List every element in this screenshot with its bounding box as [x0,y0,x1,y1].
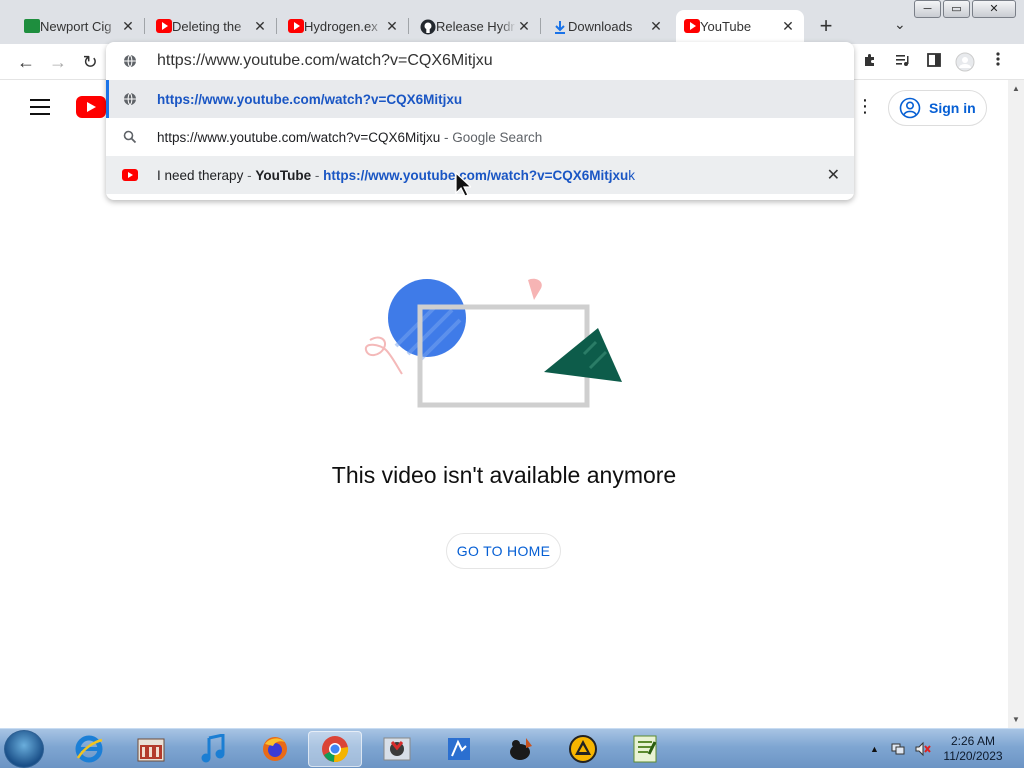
history-separator: - [314,167,320,183]
youtube-favicon-icon [156,19,172,33]
tab-separator [144,18,145,34]
tab-label: Deleting the [172,18,242,34]
back-button[interactable]: ← [14,50,38,74]
reload-button[interactable]: ↻ [78,50,102,74]
tab-youtube[interactable]: YouTube ✕ [676,10,804,42]
internet-explorer-icon[interactable] [62,731,116,767]
go-to-home-button[interactable]: GO TO HOME [446,533,561,569]
history-site: YouTube [255,167,312,183]
itunes-icon[interactable] [186,731,240,767]
sign-in-button[interactable]: Sign in [888,90,987,126]
tab-label: Hydrogen.ex [304,18,378,34]
search-query: https://www.youtube.com/watch?v=CQX6Mitj… [157,129,441,145]
vertical-scrollbar[interactable]: ▲ ▼ [1008,80,1024,728]
tab-close-icon[interactable]: ✕ [252,18,268,34]
youtube-favicon-icon [288,19,304,33]
error-message: This video isn't available anymore [331,462,677,488]
history-separator: - [247,167,252,183]
firefox-icon[interactable] [248,731,302,767]
tab-label: Release Hydr [436,18,515,34]
search-suffix: - Google Search [444,129,543,145]
sheet-favicon-icon [24,19,40,33]
browser-menu-icon[interactable] [988,52,1008,72]
youtube-favicon-icon [122,167,138,183]
media-player-icon[interactable] [124,731,178,767]
suggestion-history-text: I need therapy - YouTube - https://www.y… [157,168,635,183]
history-title: I need therapy [157,167,244,183]
suggestion-url[interactable]: https://www.youtube.com/watch?v=CQX6Mitj… [106,80,854,118]
start-orb-button[interactable] [4,730,44,768]
tray-expand-arrow-icon[interactable]: ▲ [870,744,879,754]
tab-separator [276,18,277,34]
tab-separator [408,18,409,34]
forward-button[interactable]: → [46,50,70,74]
search-icon [122,129,138,145]
tab-close-icon[interactable]: ✕ [780,18,796,34]
maximize-button[interactable]: ▭ [943,0,970,18]
github-icon [420,19,436,35]
chrome-icon[interactable] [308,731,362,767]
scroll-down-arrow-icon[interactable]: ▼ [1012,715,1020,724]
profile-avatar-icon[interactable] [955,52,975,72]
address-input[interactable]: https://www.youtube.com/watch?v=CQX6Mitj… [157,52,493,70]
vlc-icon[interactable] [556,731,610,767]
tab-label: YouTube [700,18,752,34]
address-bar[interactable]: https://www.youtube.com/watch?v=CQX6Mitj… [106,42,854,80]
youtube-favicon-icon [684,19,700,33]
tab-label: Newport Cig [40,18,112,34]
window-controls: ─ ▭ ✕ [914,0,1016,18]
hamburger-menu-icon[interactable] [30,99,50,115]
system-clock[interactable]: 2:26 AM 11/20/2023 [936,734,1010,764]
youtube-settings-dots-icon[interactable]: ⋮ [856,96,874,117]
tab-close-icon[interactable]: ✕ [516,18,532,34]
tab-close-icon[interactable]: ✕ [384,18,400,34]
tab-newport[interactable]: Newport Cig ✕ [16,10,144,42]
tab-close-icon[interactable]: ✕ [120,18,136,34]
side-panel-icon[interactable] [924,52,944,72]
scroll-up-arrow-icon[interactable]: ▲ [1012,84,1020,93]
notepad-plus-icon[interactable] [618,731,672,767]
history-url-match: https://www.youtube.com/watch?v=CQX6Mitj… [323,167,629,183]
selection-indicator [106,80,109,118]
tab-label: Downloads [568,18,633,34]
tab-hydrogen[interactable]: Hydrogen.ex ✕ [280,10,408,42]
globe-icon [122,91,138,107]
account-circle-icon [899,97,921,124]
omnibox-dropdown: https://www.youtube.com/watch?v=CQX6Mitj… [106,42,854,200]
tab-deleting[interactable]: Deleting the ✕ [148,10,276,42]
xenu-tool-icon[interactable] [432,731,486,767]
tab-search-chevron-icon[interactable]: ⌄ [894,16,906,33]
gimp-icon[interactable] [494,731,548,767]
new-tab-button[interactable]: + [814,14,838,38]
tab-release[interactable]: Release Hydr ✕ [412,10,540,42]
java-app-icon[interactable] [370,731,424,767]
tab-downloads[interactable]: Downloads ✕ [544,10,672,42]
tab-strip: Newport Cig ✕ Deleting the ✕ Hydrogen.ex… [0,0,1024,44]
mouse-cursor-icon [455,171,473,203]
minimize-button[interactable]: ─ [914,0,941,18]
sign-in-label: Sign in [929,100,976,116]
screen: Newport Cig ✕ Deleting the ✕ Hydrogen.ex… [0,0,1024,768]
extensions-puzzle-icon[interactable] [860,52,880,72]
clock-date: 11/20/2023 [943,749,1003,763]
suggestion-search-text: https://www.youtube.com/watch?v=CQX6Mitj… [157,130,542,145]
tab-close-icon[interactable]: ✕ [648,18,664,34]
clock-time: 2:26 AM [950,734,996,748]
window-close-button[interactable]: ✕ [972,0,1016,18]
history-url-rest: k [628,167,636,183]
youtube-logo-icon[interactable] [76,96,106,118]
download-icon [552,19,568,34]
unavailable-illustration [356,270,636,420]
remove-suggestion-icon[interactable]: ✕ [827,165,840,185]
suggestion-history[interactable]: I need therapy - YouTube - https://www.y… [106,156,854,194]
windows-taskbar: ▲ 2:26 AM 11/20/2023 [0,728,1024,768]
volume-muted-icon[interactable] [914,741,932,760]
tab-separator [540,18,541,34]
media-control-icon[interactable] [892,52,912,72]
globe-icon [122,53,138,69]
suggestion-url-text: https://www.youtube.com/watch?v=CQX6Mitj… [157,91,463,107]
network-icon[interactable] [890,741,906,760]
suggestion-search[interactable]: https://www.youtube.com/watch?v=CQX6Mitj… [106,118,854,156]
